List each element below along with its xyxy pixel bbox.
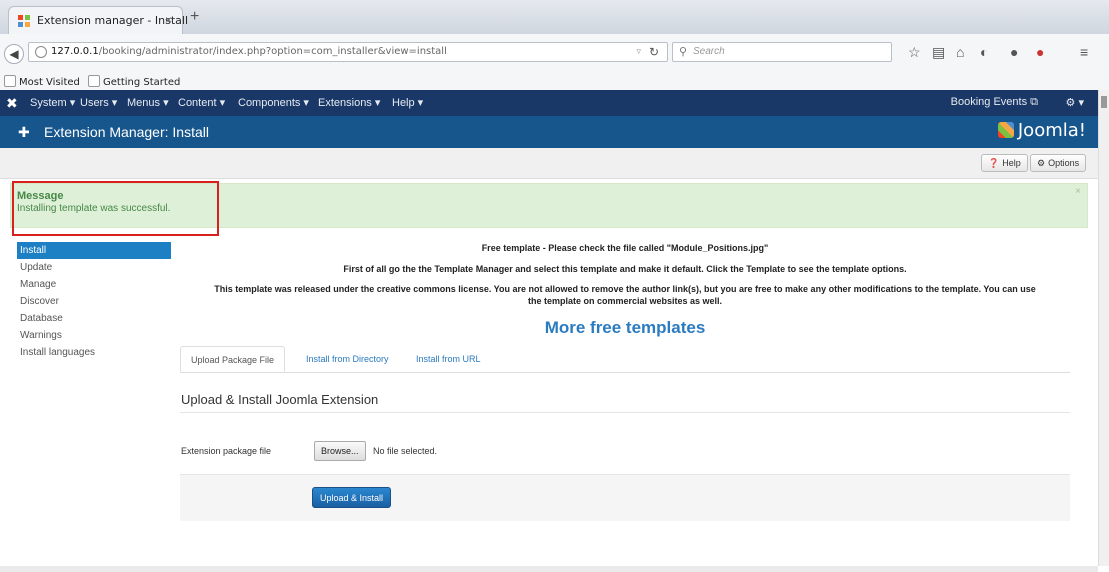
page-header: ✚ Extension Manager: Install Joomla! xyxy=(0,116,1098,148)
bottom-edge xyxy=(0,566,1098,572)
sidebar: Install Update Manage Discover Database … xyxy=(17,242,171,361)
extension-addon-icon[interactable]: ◐ xyxy=(980,44,988,60)
joomla-brand-logo: Joomla! xyxy=(997,120,1086,141)
tab-install-directory[interactable]: Install from Directory xyxy=(296,346,399,372)
url-text: 127.0.0.1/booking/administrator/index.ph… xyxy=(51,46,447,57)
joomla-favicon-icon xyxy=(18,15,30,27)
bookmark-icon xyxy=(88,75,100,87)
back-button[interactable]: ◀ xyxy=(4,44,24,64)
bookmarks-bar: Most Visited Getting Started xyxy=(0,72,1109,91)
menu-components[interactable]: Components ▾ xyxy=(238,96,309,109)
install-tabs: Upload Package File Install from Directo… xyxy=(180,346,1070,373)
vertical-scrollbar[interactable] xyxy=(1098,90,1109,566)
tab-install-url[interactable]: Install from URL xyxy=(406,346,491,372)
new-tab-button[interactable]: + xyxy=(190,8,199,26)
sidebar-item-database[interactable]: Database xyxy=(17,310,171,327)
template-notice-title: Free template - Please check the file ca… xyxy=(481,243,769,253)
admin-menu-bar: ✖ System ▾ Users ▾ Menus ▾ Content ▾ Com… xyxy=(0,90,1098,116)
search-icon: ⚲ xyxy=(679,46,688,58)
bookmark-icon xyxy=(4,75,16,87)
home-icon[interactable]: ⌂ xyxy=(956,44,964,60)
menu-extensions[interactable]: Extensions ▾ xyxy=(318,96,380,109)
template-instructions: First of all go the the Template Manager… xyxy=(343,264,907,274)
bookmark-star-icon[interactable]: ☆ xyxy=(908,44,921,61)
section-title: Upload & Install Joomla Extension xyxy=(181,392,379,407)
reading-list-icon[interactable]: ▤ xyxy=(932,44,945,61)
gear-icon: ⚙ xyxy=(1037,158,1046,168)
options-button[interactable]: ⚙ Options xyxy=(1030,154,1087,172)
highlight-annotation xyxy=(12,181,219,236)
reload-icon[interactable]: ↻ xyxy=(649,45,659,59)
url-path: /booking/administrator/index.php?option=… xyxy=(98,46,447,57)
browser-tab[interactable]: Extension manager - Install × xyxy=(8,6,188,34)
more-templates-link[interactable]: More free templates xyxy=(180,318,1070,338)
help-icon: ❓ xyxy=(988,158,1000,168)
menu-system[interactable]: System ▾ xyxy=(30,96,75,109)
form-actions: Upload & Install xyxy=(180,474,1070,521)
file-status: No file selected. xyxy=(373,446,438,456)
license-notice-line2: the template on commercial websites as w… xyxy=(527,296,723,306)
help-button[interactable]: ❓ Help xyxy=(981,154,1028,172)
upload-install-button[interactable]: Upload & Install xyxy=(312,487,392,508)
page-title: Extension Manager: Install xyxy=(44,124,209,140)
search-placeholder: Search xyxy=(693,46,725,57)
joomla-mark-icon xyxy=(997,122,1014,138)
package-file-label: Extension package file xyxy=(181,446,272,456)
site-info-icon[interactable] xyxy=(35,46,47,58)
history-dropdown-icon[interactable]: ▿ xyxy=(636,46,641,57)
bookmark-getting-started[interactable]: Getting Started xyxy=(88,75,180,88)
license-notice-line1: This template was released under the cre… xyxy=(214,284,1036,294)
close-message-icon[interactable]: × xyxy=(1075,186,1081,197)
back-arrow-icon: ◀ xyxy=(9,47,19,61)
search-box[interactable]: ⚲ Search xyxy=(672,42,892,62)
tab-upload-package[interactable]: Upload Package File xyxy=(180,346,286,372)
browser-tab-bar: Extension manager - Install × + xyxy=(0,0,1109,34)
menu-help[interactable]: Help ▾ xyxy=(392,96,423,109)
scrollbar-thumb[interactable] xyxy=(1101,96,1107,108)
site-preview-link[interactable]: Booking Events ⧉ xyxy=(951,96,1038,109)
menu-menus[interactable]: Menus ▾ xyxy=(127,96,169,109)
sidebar-item-install[interactable]: Install xyxy=(17,242,171,259)
menu-content[interactable]: Content ▾ xyxy=(178,96,225,109)
sidebar-item-manage[interactable]: Manage xyxy=(17,276,171,293)
sidebar-item-update[interactable]: Update xyxy=(17,259,171,276)
joomla-logo-icon[interactable]: ✖ xyxy=(6,95,18,112)
close-tab-icon[interactable]: × xyxy=(165,13,172,27)
toolbar: ❓ Help ⚙ Options xyxy=(0,148,1098,179)
browser-nav-bar: ◀ 127.0.0.1/booking/administrator/index.… xyxy=(0,34,1109,73)
section-divider xyxy=(180,412,1070,413)
url-host: 127.0.0.1 xyxy=(51,46,99,57)
sidebar-item-install-languages[interactable]: Install languages xyxy=(17,344,171,361)
hamburger-menu-icon[interactable]: ≡ xyxy=(1080,44,1088,60)
adblock-icon[interactable]: ● xyxy=(1010,44,1018,60)
bookmark-most-visited[interactable]: Most Visited xyxy=(4,75,80,88)
browse-button[interactable]: Browse... xyxy=(314,441,366,461)
sidebar-item-warnings[interactable]: Warnings xyxy=(17,327,171,344)
puzzle-icon: ✚ xyxy=(18,124,30,140)
sidebar-item-discover[interactable]: Discover xyxy=(17,293,171,310)
record-icon[interactable]: ● xyxy=(1036,44,1044,60)
address-bar[interactable]: 127.0.0.1/booking/administrator/index.ph… xyxy=(28,42,668,62)
settings-gear-icon[interactable]: ⚙ ▾ xyxy=(1066,96,1084,109)
menu-users[interactable]: Users ▾ xyxy=(80,96,117,109)
